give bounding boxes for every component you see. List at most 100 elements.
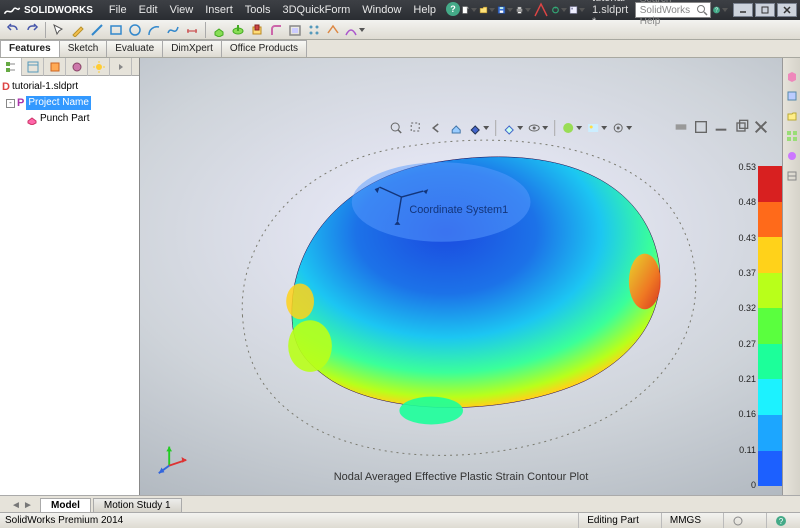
legend-seg-2 (758, 237, 782, 273)
close-button[interactable] (777, 3, 797, 17)
status-help-icon[interactable]: ? (766, 513, 795, 528)
maximize-button[interactable] (755, 3, 775, 17)
sketch-3d-button[interactable] (532, 1, 550, 19)
open-doc-button[interactable] (478, 1, 496, 19)
feat-line-button[interactable] (88, 21, 106, 39)
feat-sketch-button[interactable] (69, 21, 87, 39)
menu-insert[interactable]: Insert (199, 2, 239, 18)
tab-dimxpert[interactable]: DimXpert (162, 40, 222, 57)
tab-office-products[interactable]: Office Products (221, 40, 307, 57)
title-bar: SOLIDWORKS File Edit View Insert Tools 3… (0, 0, 800, 20)
status-units: MMGS (661, 513, 709, 528)
prev-view-button[interactable] (427, 120, 445, 136)
feature-tree[interactable]: D tutorial-1.sldprt - P Project Name Pun… (0, 76, 139, 495)
fmtab-dimxpert[interactable] (66, 58, 88, 76)
legend-seg-1 (758, 202, 782, 238)
tp-appearances[interactable] (783, 148, 800, 164)
apply-scene-button[interactable] (585, 120, 608, 136)
tree-root[interactable]: D tutorial-1.sldprt (2, 79, 137, 95)
graphics-viewport[interactable]: Coordinate System1 Nodal Averaged Effect… (140, 58, 782, 495)
menu-3dquickform[interactable]: 3DQuickForm (276, 2, 356, 18)
rebuild-button[interactable] (550, 1, 568, 19)
display-style-button[interactable] (501, 120, 524, 136)
zoom-area-button[interactable] (407, 120, 425, 136)
color-legend (758, 166, 782, 486)
fmtab-display-manager[interactable] (88, 58, 110, 76)
mtab-motion-study-1[interactable]: Motion Study 1 (93, 498, 182, 512)
feat-extrude-button[interactable] (210, 21, 228, 39)
help-main-button[interactable]: ? (711, 1, 729, 19)
view-settings-button[interactable] (610, 120, 633, 136)
tab-evaluate[interactable]: Evaluate (106, 40, 163, 57)
mdi-print-button[interactable] (672, 120, 690, 134)
options-button[interactable] (568, 1, 586, 19)
part-icon (26, 113, 38, 125)
help-icon[interactable]: ? (446, 2, 460, 16)
undo-button[interactable] (4, 21, 22, 39)
strain-spot-left2 (286, 283, 314, 319)
fmtab-config-manager[interactable] (44, 58, 66, 76)
mdi-restore-button[interactable] (732, 120, 750, 134)
search-icon (696, 4, 708, 16)
save-button[interactable] (496, 1, 514, 19)
tp-resources[interactable] (783, 68, 800, 84)
menu-file[interactable]: File (103, 2, 133, 18)
print-button[interactable] (514, 1, 532, 19)
tree-punch-part[interactable]: Punch Part (2, 111, 137, 127)
tab-sketch[interactable]: Sketch (59, 40, 108, 57)
feat-circle-button[interactable] (126, 21, 144, 39)
menu-window[interactable]: Window (356, 2, 407, 18)
fmtab-flyout[interactable] (110, 58, 132, 76)
fmtab-property-manager[interactable] (22, 58, 44, 76)
mtab-model[interactable]: Model (40, 498, 91, 512)
orientation-triad[interactable] (154, 439, 192, 477)
edit-appearance-button[interactable] (560, 120, 583, 136)
feat-curves-button[interactable] (343, 21, 366, 39)
tab-features[interactable]: Features (0, 40, 60, 57)
mdi-close-button[interactable] (752, 120, 770, 134)
feat-pattern-button[interactable] (305, 21, 323, 39)
menu-edit[interactable]: Edit (133, 2, 164, 18)
mdi-min-button[interactable] (712, 120, 730, 134)
view-orient-button[interactable] (467, 120, 490, 136)
feat-revolve-button[interactable] (229, 21, 247, 39)
tree-root-label: tutorial-1.sldprt (12, 80, 78, 94)
zoom-fit-button[interactable] (387, 120, 405, 136)
feat-dim-button[interactable] (183, 21, 201, 39)
legend-seg-4 (758, 308, 782, 344)
strain-hotspot-right (629, 254, 661, 310)
minimize-button[interactable] (733, 3, 753, 17)
tp-view-palette[interactable] (783, 128, 800, 144)
collapse-icon[interactable]: - (6, 99, 15, 108)
tab-scroll-left[interactable]: ◄ (10, 498, 22, 512)
menu-help[interactable]: Help (407, 2, 442, 18)
feat-rect-button[interactable] (107, 21, 125, 39)
mdi-full-button[interactable] (692, 120, 710, 134)
tree-punch-label: Punch Part (40, 112, 89, 126)
hide-show-button[interactable] (526, 120, 549, 136)
feat-arc-button[interactable] (145, 21, 163, 39)
feat-select-button[interactable] (50, 21, 68, 39)
tree-project[interactable]: - P Project Name (2, 95, 137, 111)
fmtab-feature-tree[interactable] (0, 58, 22, 76)
tp-design-library[interactable] (783, 88, 800, 104)
redo-button[interactable] (23, 21, 41, 39)
feat-shell-button[interactable] (286, 21, 304, 39)
new-doc-button[interactable] (460, 1, 478, 19)
feat-fillet-button[interactable] (267, 21, 285, 39)
section-view-button[interactable] (447, 120, 465, 136)
menu-view[interactable]: View (164, 2, 200, 18)
tp-file-explorer[interactable] (783, 108, 800, 124)
tp-custom-props[interactable] (783, 168, 800, 184)
feat-spline-button[interactable] (164, 21, 182, 39)
status-custom-icon[interactable] (723, 513, 752, 528)
task-pane (782, 58, 800, 495)
feat-cut-button[interactable] (248, 21, 266, 39)
feature-manager-panel: D tutorial-1.sldprt - P Project Name Pun… (0, 58, 140, 495)
status-bar: SolidWorks Premium 2014 Editing Part MMG… (0, 512, 800, 528)
tab-scroll-right[interactable]: ► (22, 498, 34, 512)
legend-seg-7 (758, 415, 782, 451)
menu-tools[interactable]: Tools (239, 2, 277, 18)
search-input[interactable]: Search SolidWorks Help (635, 2, 711, 18)
feat-ref-button[interactable] (324, 21, 342, 39)
